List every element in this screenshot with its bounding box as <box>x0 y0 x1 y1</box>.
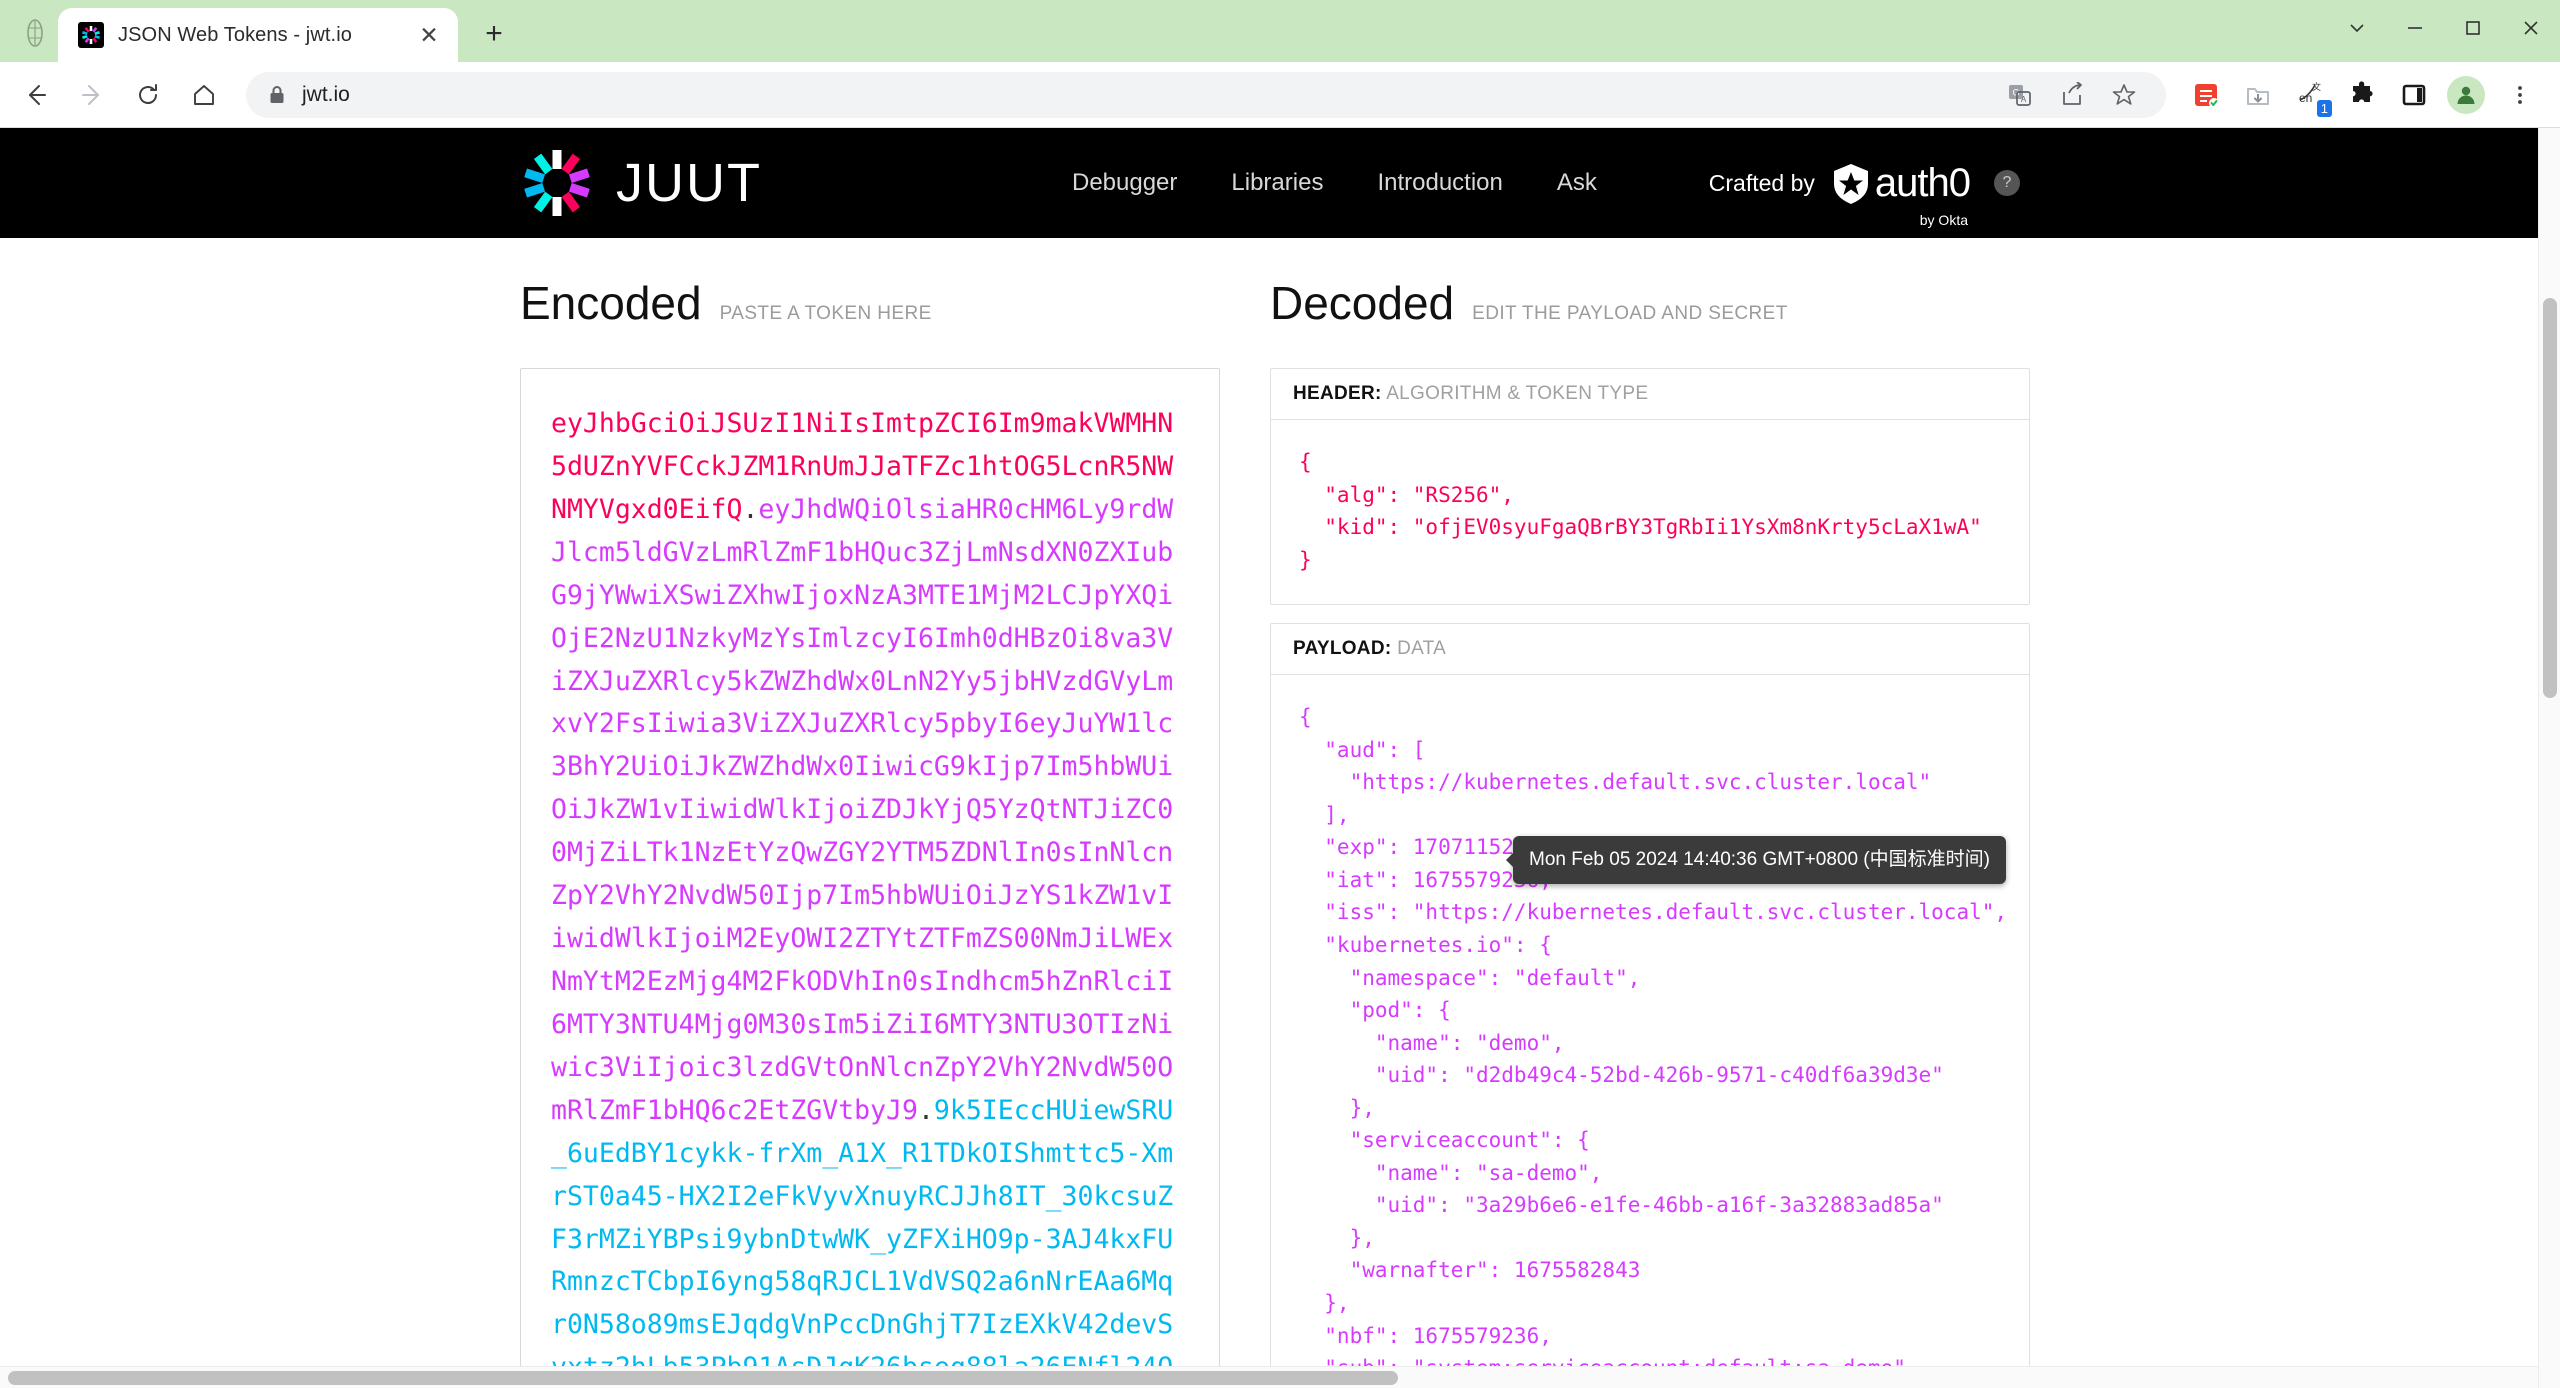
omnibox-actions: GA <box>1996 71 2148 119</box>
token-separator-1: . <box>742 493 759 525</box>
encoded-header: Encoded PASTE A TOKEN HERE <box>520 276 1200 330</box>
translate-extension-icon[interactable]: en 文 1 <box>2286 71 2334 119</box>
extension-badge-count: 1 <box>2316 99 2332 117</box>
arrow-right-icon[interactable] <box>66 69 118 121</box>
nav-link-ask[interactable]: Ask <box>1557 169 1597 197</box>
nav-link-debugger[interactable]: Debugger <box>1072 169 1177 197</box>
lock-icon <box>268 84 286 106</box>
svg-text:A: A <box>2021 95 2027 104</box>
decoded-title: Decoded <box>1270 277 1455 329</box>
maximize-icon[interactable] <box>2444 0 2502 56</box>
decoded-payload-card-label: PAYLOAD: DATA <box>1271 624 2029 676</box>
browser-tab[interactable]: JSON Web Tokens - jwt.io ✕ <box>58 8 458 62</box>
chevron-down-icon[interactable] <box>2328 0 2386 56</box>
minimize-icon[interactable] <box>2386 0 2444 56</box>
payload-card-value: DATA <box>1397 638 1447 660</box>
auth0-shield-icon <box>1833 163 1868 204</box>
home-icon[interactable] <box>178 69 230 121</box>
auth0-by-okta: by Okta <box>1919 211 1968 228</box>
crafted-by-label: Crafted by <box>1708 169 1815 196</box>
encoded-title: Encoded <box>520 277 702 329</box>
tab-title: JSON Web Tokens - jwt.io <box>118 23 352 46</box>
token-separator-2: . <box>917 1094 934 1126</box>
decoded-header-card-label: HEADER: ALGORITHM & TOKEN TYPE <box>1271 369 2029 420</box>
download-extension-icon[interactable] <box>2234 71 2282 119</box>
page-vertical-scrollbar[interactable] <box>2538 128 2560 1388</box>
address-bar[interactable]: jwt.io GA <box>246 71 2166 119</box>
decoded-header-json[interactable]: { "alg": "RS256", "kid": "ofjEV0syuFgaQB… <box>1271 420 2029 604</box>
svg-text:文: 文 <box>2312 81 2321 92</box>
encoded-token-input[interactable]: eyJhbGciOiJSUzI1NiIsImtpZCI6Im9makVWMHN5… <box>520 368 1220 1388</box>
header-card-key: HEADER: <box>1293 383 1382 404</box>
decoded-payload-card: PAYLOAD: DATA { "aud": [ "https://kubern… <box>1270 623 2030 1388</box>
header-card-value: ALGORITHM & TOKEN TYPE <box>1386 383 1649 404</box>
browser-window: JSON Web Tokens - jwt.io ✕ + jwt.io G A … <box>0 0 2560 1388</box>
tab-strip: JSON Web Tokens - jwt.io ✕ + <box>0 0 2560 62</box>
avatar <box>2447 75 2485 114</box>
site-nav-links: Debugger Libraries Introduction Ask <box>1072 169 1597 197</box>
jwt-logo-icon <box>520 146 594 220</box>
token-payload-segment: eyJhdWQiOlsiaHR0cHM6Ly9rdWJlcm5ldGVzLmRl… <box>551 493 1174 1126</box>
decoded-subtitle: EDIT THE PAYLOAD AND SECRET <box>1472 303 1788 324</box>
decoded-pane: Decoded EDIT THE PAYLOAD AND SECRET HEAD… <box>1250 276 2550 1388</box>
token-signature-segment: 9k5IEccHUiewSRU_6uEdBY1cykk-frXm_A1X_R1T… <box>551 1094 1174 1384</box>
auth0-logo[interactable]: auth0 by Okta <box>1831 160 1971 228</box>
jwt-favicon <box>78 22 104 48</box>
page-horizontal-scrollbar[interactable] <box>0 1366 2538 1388</box>
debugger-panes: Encoded PASTE A TOKEN HERE eyJhbGciOiJSU… <box>0 238 2560 1388</box>
address-bar-url: jwt.io <box>302 82 350 106</box>
nav-link-libraries[interactable]: Libraries <box>1231 169 1323 197</box>
bookmark-star-icon[interactable] <box>2100 71 2148 119</box>
decoded-payload-json[interactable]: { "aud": [ "https://kubernetes.default.s… <box>1271 675 2029 1388</box>
help-circle-icon[interactable]: ? <box>1994 170 2020 196</box>
browser-toolbar: jwt.io GA en 文 1 <box>0 62 2560 128</box>
site-logo[interactable]: JUUT <box>520 146 762 220</box>
kebab-menu-icon[interactable] <box>2494 69 2546 121</box>
nav-link-introduction[interactable]: Introduction <box>1377 169 1502 197</box>
payload-card-key: PAYLOAD: <box>1293 638 1392 660</box>
decoded-header-card: HEADER: ALGORITHM & TOKEN TYPE { "alg": … <box>1270 368 2030 606</box>
profile-avatar-icon[interactable] <box>2442 71 2490 119</box>
auth0-wordmark: auth0 <box>1874 160 1971 205</box>
share-icon[interactable] <box>2048 71 2096 119</box>
tab-search-icon[interactable] <box>12 10 58 56</box>
decoded-header: Decoded EDIT THE PAYLOAD AND SECRET <box>1270 276 2030 330</box>
site-logo-text: JUUT <box>616 153 762 213</box>
arrow-left-icon[interactable] <box>10 69 62 121</box>
new-tab-button[interactable]: + <box>470 10 518 58</box>
translate-icon[interactable]: GA <box>1996 71 2044 119</box>
puzzle-extensions-icon[interactable] <box>2338 71 2386 119</box>
encoded-subtitle: PASTE A TOKEN HERE <box>719 303 932 324</box>
encoded-pane: Encoded PASTE A TOKEN HERE eyJhbGciOiJSU… <box>0 276 1250 1388</box>
notes-extension-icon[interactable] <box>2182 71 2230 119</box>
scrollbar-thumb-vertical[interactable] <box>2543 298 2557 698</box>
window-controls <box>2328 0 2560 56</box>
exp-timestamp-tooltip: Mon Feb 05 2024 14:40:36 GMT+0800 (中国标准时… <box>1513 836 2006 884</box>
scrollbar-thumb-horizontal[interactable] <box>8 1371 1398 1385</box>
site-navbar: JUUT Debugger Libraries Introduction Ask… <box>0 128 2560 238</box>
crafted-by-auth0: Crafted by auth0 by Okta ? <box>1708 160 2020 228</box>
side-panel-icon[interactable] <box>2390 71 2438 119</box>
page-viewport: JUUT Debugger Libraries Introduction Ask… <box>0 128 2560 1388</box>
decoded-payload-json-text: { "aud": [ "https://kubernetes.default.s… <box>1299 705 2008 1380</box>
encoded-token-text: eyJhbGciOiJSUzI1NiIsImtpZCI6Im9makVWMHN5… <box>551 403 1189 1388</box>
close-icon[interactable]: ✕ <box>412 18 446 52</box>
window-close-icon[interactable] <box>2502 0 2560 56</box>
reload-icon[interactable] <box>122 69 174 121</box>
